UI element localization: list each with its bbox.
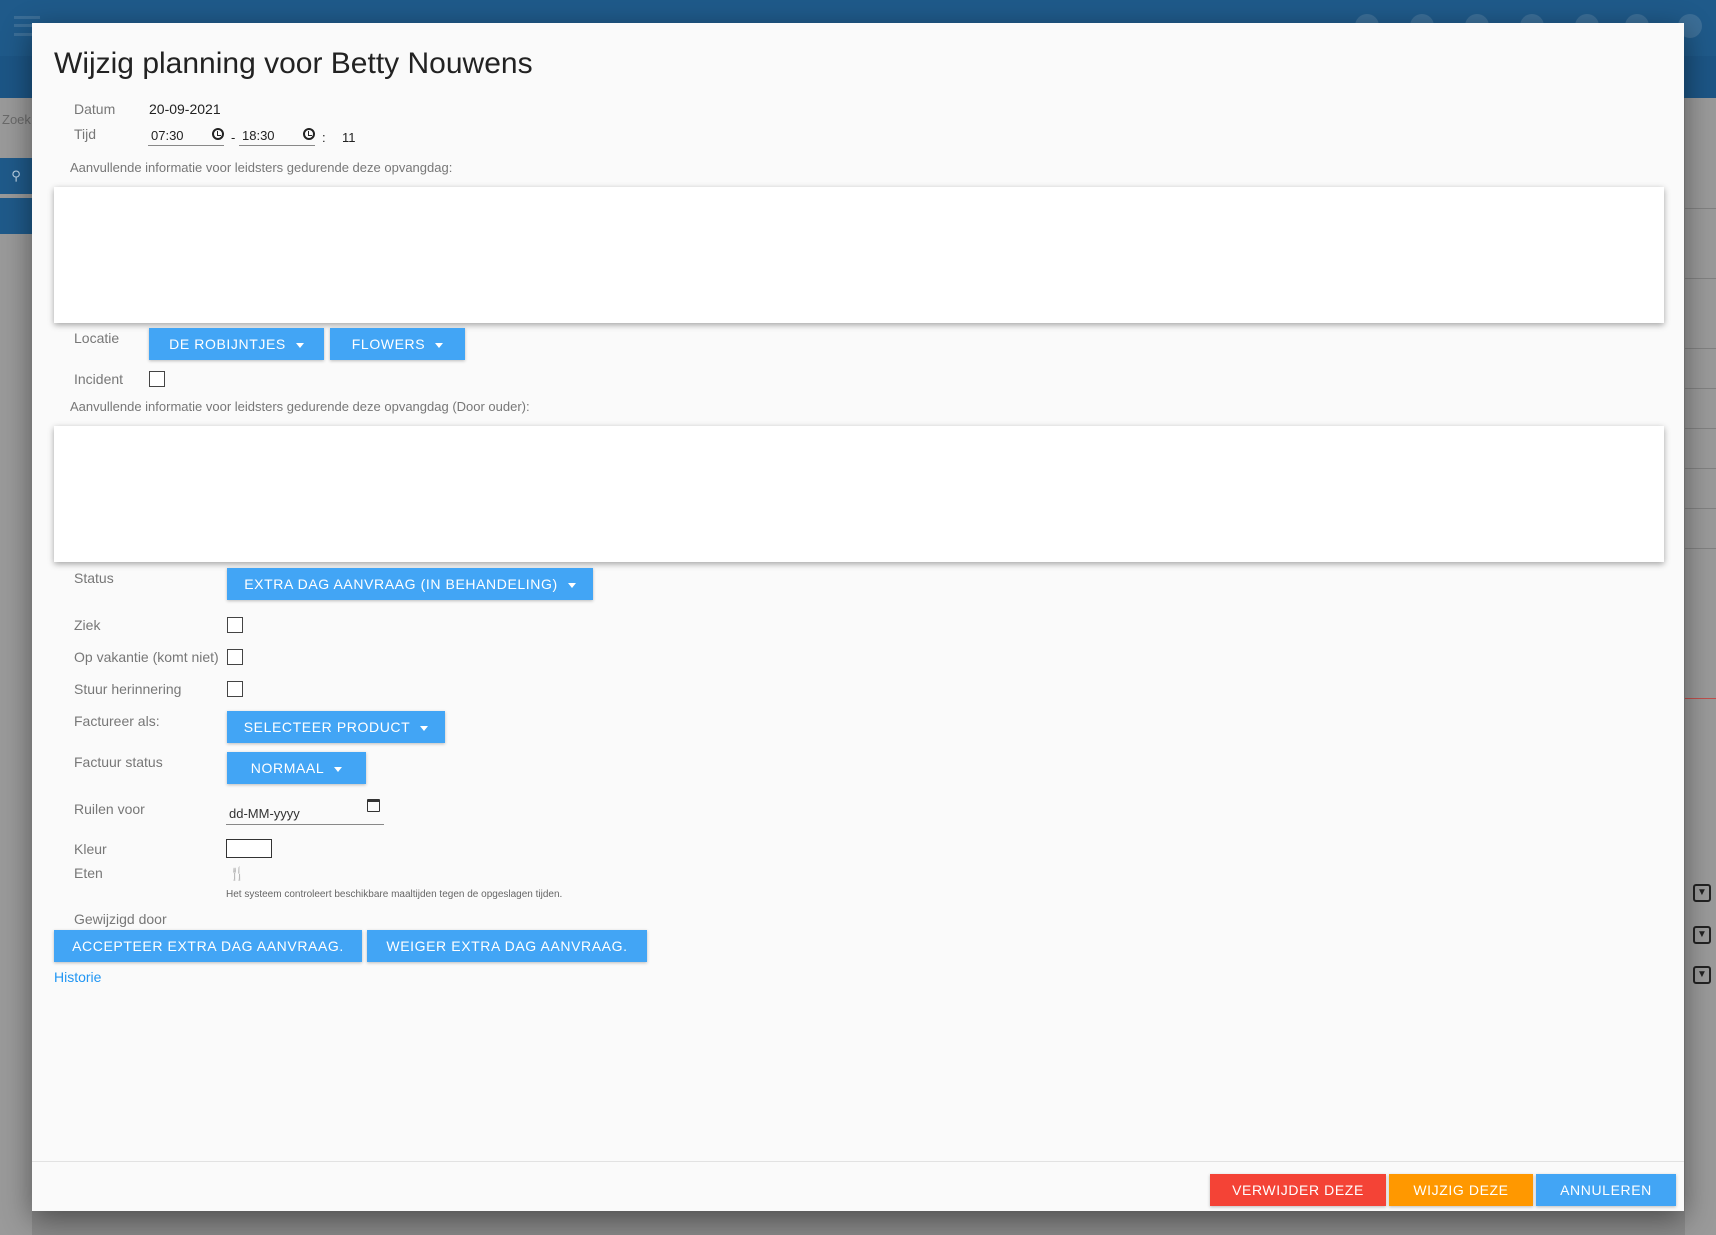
ruilen-label: Ruilen voor (74, 801, 145, 817)
calendar-icon[interactable] (367, 799, 380, 812)
info-textarea[interactable] (54, 187, 1664, 323)
location-dropdown-button[interactable]: DE ROBIJNTJES (149, 328, 324, 360)
dropdown-icon[interactable]: ▼ (1693, 926, 1711, 944)
herinnering-label: Stuur herinnering (74, 681, 182, 697)
reject-button-label: WEIGER EXTRA DAG AANVRAAG. (386, 938, 628, 954)
delete-button[interactable]: VERWIJDER DEZE (1210, 1174, 1386, 1206)
dropdown-icon[interactable]: ▼ (1693, 884, 1711, 902)
incident-label: Incident (74, 371, 124, 387)
caret-down-icon (334, 766, 343, 772)
edit-button-label: WIJZIG DEZE (1413, 1182, 1509, 1198)
datum-value: 20-09-2021 (149, 101, 221, 117)
status-label: Status (74, 570, 114, 586)
clock-icon[interactable] (303, 128, 315, 140)
product-button-label: SELECTEER PRODUCT (243, 719, 411, 735)
incident-checkbox[interactable] (149, 371, 165, 387)
group-button-label: FLOWERS (351, 336, 426, 352)
color-picker[interactable] (226, 839, 272, 858)
kleur-label: Kleur (74, 841, 107, 857)
caret-down-icon (435, 342, 444, 348)
historie-link[interactable]: Historie (54, 969, 101, 985)
caret-down-icon (420, 725, 429, 731)
time-separator: - (231, 130, 236, 145)
time-colon: : (322, 130, 326, 145)
end-time-value: 18:30 (242, 128, 275, 143)
ruilen-placeholder: dd-MM-yyyy (229, 806, 300, 821)
vakantie-label: Op vakantie (komt niet) (74, 649, 219, 665)
locatie-label: Locatie (74, 330, 120, 346)
factuur-status-button-label: NORMAAL (250, 760, 325, 776)
datum-label: Datum (74, 101, 116, 117)
edit-planning-dialog: Wijzig planning voor Betty Nouwens Datum… (32, 23, 1684, 1211)
dialog-title: Wijzig planning voor Betty Nouwens (54, 47, 533, 80)
parent-info-label: Aanvullende informatie voor leidsters ge… (70, 399, 530, 414)
info-label: Aanvullende informatie voor leidsters ge… (70, 160, 453, 175)
cancel-button[interactable]: ANNULEREN (1536, 1174, 1676, 1206)
status-dropdown-button[interactable]: EXTRA DAG AANVRAAG (IN BEHANDELING) (227, 568, 593, 600)
factureer-label: Factureer als: (74, 713, 160, 729)
app-left-panel: Zoek ⚲ (0, 98, 32, 1235)
eten-hint: Het systeem controleert beschikbare maal… (226, 889, 563, 900)
dropdown-icon[interactable]: ▼ (1693, 966, 1711, 984)
eten-label: Eten (74, 865, 103, 881)
start-time-value: 07:30 (151, 128, 184, 143)
search-label: Zoek (2, 112, 31, 127)
parent-info-textarea[interactable] (54, 426, 1664, 562)
left-tab[interactable] (0, 198, 32, 234)
app-right-panel: ▼ ▼ ▼ (1685, 98, 1716, 1235)
accept-extra-day-button[interactable]: ACCEPTEER EXTRA DAG AANVRAAG. (54, 930, 362, 962)
hours-total: 11 (342, 130, 356, 145)
factuur-status-dropdown-button[interactable]: NORMAAL (227, 752, 366, 784)
edit-button[interactable]: WIJZIG DEZE (1389, 1174, 1533, 1206)
tijd-label: Tijd (74, 126, 97, 142)
location-button-label: DE ROBIJNTJES (169, 336, 286, 352)
search-icon[interactable]: ⚲ (0, 158, 32, 194)
group-dropdown-button[interactable]: FLOWERS (330, 328, 465, 360)
caret-down-icon (295, 342, 304, 348)
dialog-footer: VERWIJDER DEZE WIJZIG DEZE ANNULEREN (32, 1161, 1684, 1211)
product-dropdown-button[interactable]: SELECTEER PRODUCT (227, 711, 445, 743)
ziek-label: Ziek (74, 617, 101, 633)
reject-extra-day-button[interactable]: WEIGER EXTRA DAG AANVRAAG. (367, 930, 647, 962)
status-button-label: EXTRA DAG AANVRAAG (IN BEHANDELING) (244, 576, 558, 592)
ziek-checkbox[interactable] (227, 617, 243, 633)
food-icon: 🍴 (229, 866, 246, 881)
factuur-status-label: Factuur status (74, 754, 163, 770)
herinnering-checkbox[interactable] (227, 681, 243, 697)
ruilen-date-input[interactable]: dd-MM-yyyy (226, 801, 384, 825)
gewijzigd-door-label: Gewijzigd door (74, 911, 167, 927)
clock-icon[interactable] (212, 128, 224, 140)
cancel-button-label: ANNULEREN (1560, 1182, 1652, 1198)
vakantie-checkbox[interactable] (227, 649, 243, 665)
accept-button-label: ACCEPTEER EXTRA DAG AANVRAAG. (72, 938, 344, 954)
delete-button-label: VERWIJDER DEZE (1232, 1182, 1364, 1198)
caret-down-icon (567, 582, 576, 588)
